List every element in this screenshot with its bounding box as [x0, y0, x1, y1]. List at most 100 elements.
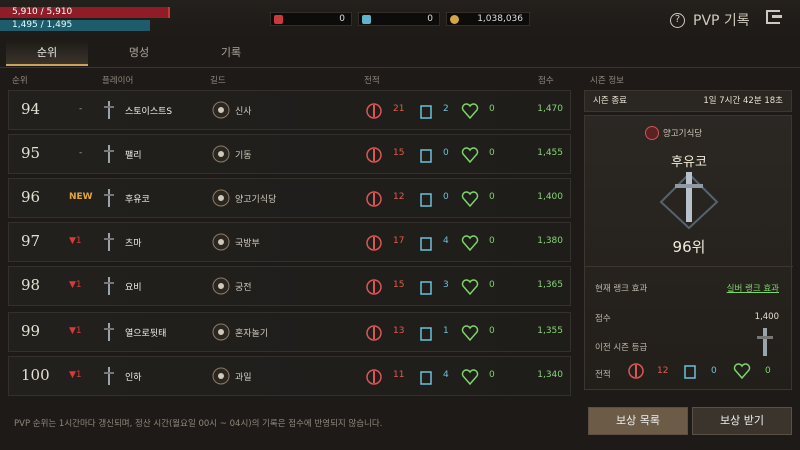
rank-effect-link[interactable]: 실버 랭크 효과 [727, 282, 779, 294]
rank-change-down: ▼1 [69, 280, 82, 290]
table-row[interactable]: 97 ▼1 츠마 국방부 17 4 0 1,380 [8, 222, 571, 262]
currency-blue: 0 [358, 12, 440, 26]
player-name[interactable]: 팰리 [125, 148, 142, 161]
help-icon[interactable]: ? [670, 12, 685, 28]
exit-icon[interactable] [766, 10, 782, 24]
guild-name[interactable]: 궁전 [235, 280, 252, 293]
player-name[interactable]: 인하 [125, 370, 142, 383]
rank-number: 95 [21, 144, 41, 162]
record-label: 전적 [595, 370, 611, 380]
rank-number: 98 [21, 276, 41, 294]
guild-emblem-icon [212, 367, 230, 385]
rank-number: 97 [21, 232, 41, 250]
profile-kills: 12 [657, 366, 669, 376]
guild-name[interactable]: 신사 [235, 104, 252, 117]
table-row[interactable]: 100 ▼1 인하 과일 11 4 0 1,340 [8, 356, 571, 396]
rank-number: 100 [21, 366, 50, 384]
assist-icon [461, 279, 479, 296]
death-icon [420, 149, 432, 163]
guild-emblem-icon [645, 126, 659, 140]
guild-name[interactable]: 양고기식당 [235, 192, 276, 205]
player-name[interactable]: 스토이스트S [125, 104, 172, 117]
kill-icon [366, 235, 382, 251]
guild-emblem-icon [212, 323, 230, 341]
score-value: 1,400 [754, 312, 779, 322]
rank-change-down: ▼1 [69, 326, 82, 336]
class-dagger-icon [104, 101, 114, 119]
divider [585, 266, 793, 267]
down-arrow-icon: ▼ [69, 280, 76, 290]
kill-count: 21 [393, 104, 405, 114]
season-end-label: 시즌 종료 [593, 96, 627, 106]
death-count: 0 [443, 192, 449, 202]
score: 1,400 [537, 192, 563, 202]
table-row[interactable]: 94 - 스토이스트S 신사 21 2 0 1,470 [8, 90, 571, 130]
assist-icon [733, 363, 751, 380]
table-row[interactable]: 99 ▼1 열으로뒷태 혼자놀기 13 1 0 1,355 [8, 312, 571, 352]
assist-count: 0 [489, 192, 495, 202]
guild-name[interactable]: 과일 [235, 370, 252, 383]
class-dagger-icon [104, 189, 114, 207]
class-dagger-icon [104, 367, 114, 385]
rank-number: 96 [21, 188, 41, 206]
rank-number: 94 [21, 100, 41, 118]
tab-records[interactable]: 기록 [190, 40, 272, 66]
guild-name[interactable]: 국방부 [235, 236, 260, 249]
score: 1,355 [537, 326, 563, 336]
tab-reputation[interactable]: 명성 [98, 40, 180, 66]
col-record: 전적 [364, 76, 380, 86]
rank-effect-label: 현재 랭크 효과 [595, 284, 648, 294]
kill-count: 15 [393, 280, 405, 290]
gold-coin-icon [450, 15, 459, 24]
down-arrow-icon: ▼ [69, 326, 76, 336]
death-icon [420, 281, 432, 295]
assist-count: 0 [489, 326, 495, 336]
claim-reward-button[interactable]: 보상 받기 [692, 407, 792, 435]
hp-bar: 5,910 / 5,910 [0, 7, 170, 18]
profile-panel: 양고기식당 후유코 96위 현재 랭크 효과 실버 랭크 효과 점수 1,400… [584, 115, 793, 390]
kill-count: 17 [393, 236, 405, 246]
assist-count: 0 [489, 236, 495, 246]
table-row[interactable]: 95 - 팰리 기동 15 0 0 1,455 [8, 134, 571, 174]
rewards-list-button[interactable]: 보상 목록 [588, 407, 688, 435]
down-arrow-icon: ▼ [69, 236, 76, 246]
col-player: 플레이어 [102, 76, 134, 86]
table-row[interactable]: 98 ▼1 요비 궁전 15 3 0 1,365 [8, 266, 571, 306]
currency-gold: 1,038,036 [446, 12, 530, 26]
death-count: 4 [443, 236, 449, 246]
guild-name[interactable]: 기동 [235, 148, 252, 161]
currency-red: 0 [270, 12, 352, 26]
assist-icon [461, 147, 479, 164]
guild-emblem-icon [212, 189, 230, 207]
death-icon [420, 105, 432, 119]
col-rank: 순위 [12, 76, 28, 86]
top-status-bar: 5,910 / 5,910 1,495 / 1,495 0 0 1,038,03… [0, 0, 800, 38]
table-row[interactable]: 96 NEW 후유코 양고기식당 12 0 0 1,400 [8, 178, 571, 218]
kill-icon [366, 279, 382, 295]
diamond-icon [362, 15, 371, 24]
player-name[interactable]: 츠마 [125, 236, 142, 249]
guild-emblem-icon [212, 145, 230, 163]
kill-count: 11 [393, 370, 405, 380]
profile-guild: 양고기식당 [645, 126, 702, 140]
assist-icon [461, 103, 479, 120]
player-name[interactable]: 요비 [125, 280, 142, 293]
death-count: 0 [443, 148, 449, 158]
tab-bar: 순위 명성 기록 [0, 40, 800, 66]
death-icon [420, 327, 432, 341]
guild-name[interactable]: 혼자놀기 [235, 326, 268, 339]
rank-change-down: ▼1 [69, 236, 82, 246]
score: 1,340 [537, 370, 563, 380]
down-arrow-icon: ▼ [69, 370, 76, 380]
player-name[interactable]: 열으로뒷태 [125, 326, 166, 339]
death-icon [420, 371, 432, 385]
kill-count: 12 [393, 192, 405, 202]
death-icon [420, 237, 432, 251]
rank-change-down: ▼1 [69, 370, 82, 380]
assist-count: 0 [489, 148, 495, 158]
tab-ranking[interactable]: 순위 [6, 40, 88, 66]
score: 1,455 [537, 148, 563, 158]
assist-count: 0 [489, 370, 495, 380]
kill-count: 13 [393, 326, 405, 336]
player-name[interactable]: 후유코 [125, 192, 150, 205]
